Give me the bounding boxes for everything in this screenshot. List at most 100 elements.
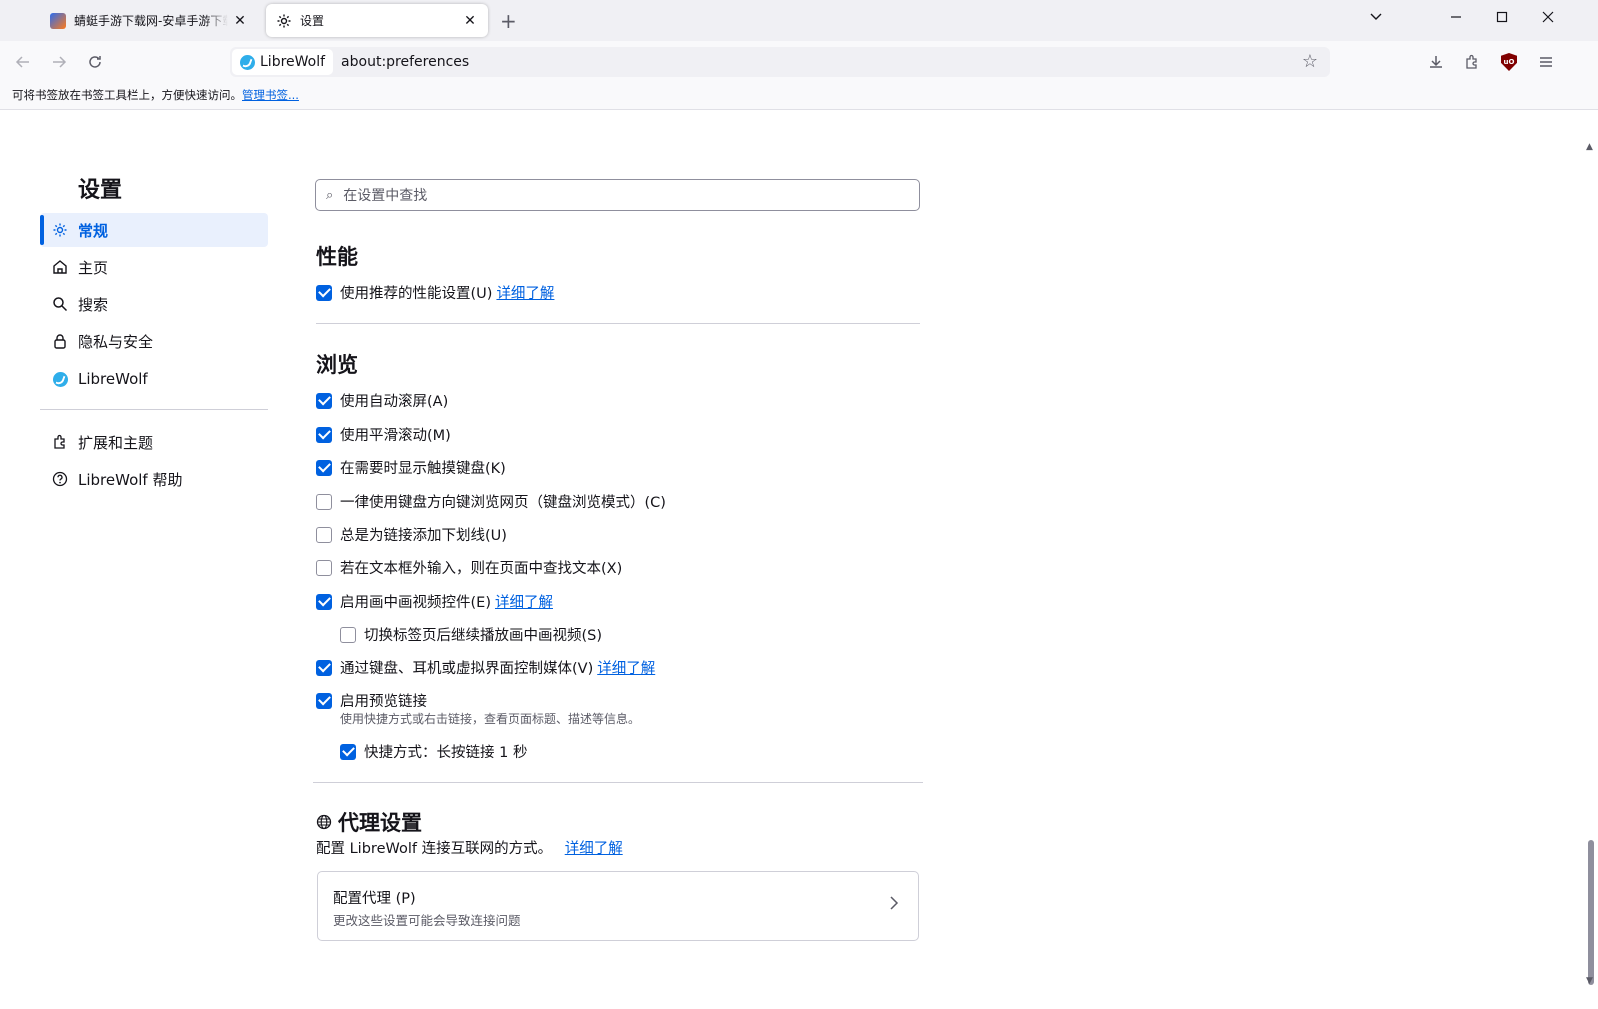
option-link-preview-shortcut[interactable]: 快捷方式：长按链接 1 秒 [340,741,527,762]
home-icon [50,257,70,277]
addons-label: 扩展和主题 [78,433,154,452]
proxy-button-title: 配置代理 (P) [333,891,416,907]
category-label: LibreWolf [78,370,148,388]
proxy-description: 配置 LibreWolf 连接互联网的方式。 详细了解 [316,837,623,858]
learn-more-link[interactable]: 详细了解 [597,657,655,678]
option-label: 总是为链接添加下划线(U) [340,528,507,544]
librewolf-icon [240,54,255,70]
option-media-control[interactable]: 通过键盘、耳机或虚拟界面控制媒体(V) 详细了解 [316,657,655,678]
option-autoscroll[interactable]: 使用自动滚屏(A) [316,390,448,411]
scrollbar[interactable]: ▲ ▼ [1584,110,1598,1009]
librewolf-icon [50,369,70,389]
checkbox[interactable] [316,526,332,543]
search-placeholder: 在设置中查找 [343,188,428,204]
option-find-as-you-type[interactable]: 若在文本框外输入，则在页面中查找文本(X) [316,557,622,578]
chevron-right-icon [888,894,900,915]
section-divider [313,782,923,783]
performance-heading: 性能 [316,245,358,269]
checkbox[interactable] [316,284,332,301]
option-pip-controls[interactable]: 启用画中画视频控件(E) 详细了解 [316,591,553,612]
identity-label: LibreWolf [260,54,326,70]
bookmarks-toolbar: 可将书签放在书签工具栏上，方便快速访问。管理书签... [0,83,1598,110]
configure-proxy-button[interactable]: 配置代理 (P) 更改这些设置可能会导致连接问题 [317,871,919,941]
option-label: 若在文本框外输入，则在页面中查找文本(X) [340,561,623,577]
option-touch-keyboard[interactable]: 在需要时显示触摸键盘(K) [316,457,506,478]
learn-more-link[interactable]: 详细了解 [496,282,554,303]
learn-more-link[interactable]: 详细了解 [495,591,553,612]
window-close-button[interactable] [1536,8,1560,27]
category-label: 搜索 [78,295,109,314]
extensions-button[interactable] [1461,51,1483,73]
tab-title: 设置 [300,14,325,28]
gear-icon [50,220,70,240]
option-description: 使用快捷方式或右击链接，查看页面标题、描述等信息。 [340,712,641,726]
option-caret-browsing[interactable]: 一律使用键盘方向键浏览网页（键盘浏览模式）(C) [316,491,666,512]
option-smooth-scroll[interactable]: 使用平滑滚动(M) [316,424,451,445]
option-link-preview[interactable]: 启用预览链接 [316,690,427,711]
scroll-thumb[interactable] [1588,840,1594,985]
checkbox[interactable] [340,626,356,643]
ublock-origin-icon[interactable]: uO [1498,51,1520,73]
identity-box[interactable]: LibreWolf [232,49,334,75]
option-label: 使用自动滚屏(A) [340,394,449,410]
url-input[interactable]: about:preferences [341,54,469,70]
checkbox[interactable] [316,692,332,709]
category-home[interactable]: 主页 [40,250,268,284]
back-button[interactable] [12,51,34,73]
app-menu-button[interactable] [1535,51,1557,73]
category-search[interactable]: 搜索 [40,287,268,321]
bookmarks-empty-message: 可将书签放在书签工具栏上，方便快速访问。 [12,88,242,102]
proxy-description-text: 配置 LibreWolf 连接互联网的方式。 [316,841,553,857]
tab-settings[interactable]: 设置 ✕ [266,4,488,37]
downloads-button[interactable] [1425,51,1447,73]
close-icon[interactable]: ✕ [462,13,478,29]
checkbox[interactable] [316,659,332,676]
option-recommended-performance[interactable]: 使用推荐的性能设置(U) 详细了解 [316,282,554,303]
navigation-toolbar: LibreWolf about:preferences ☆ uO [0,41,1598,83]
browsing-heading: 浏览 [316,353,358,377]
sidebar-divider [40,409,268,410]
list-all-tabs-button[interactable] [1364,8,1388,27]
checkbox[interactable] [340,743,356,760]
option-label: 通过键盘、耳机或虚拟界面控制媒体(V) [340,661,594,677]
option-underline-links[interactable]: 总是为链接添加下划线(U) [316,524,507,545]
scroll-down-arrow[interactable]: ▼ [1586,976,1593,986]
bookmark-star-icon[interactable]: ☆ [1302,51,1318,72]
help-link[interactable]: LibreWolf 帮助 [40,462,268,496]
option-label: 启用画中画视频控件(E) [340,595,491,611]
category-general[interactable]: 常规 [40,213,268,247]
category-privacy[interactable]: 隐私与安全 [40,324,268,358]
option-pip-autoplay[interactable]: 切换标签页后继续播放画中画视频(S) [340,624,602,645]
help-icon [50,469,70,489]
category-librewolf[interactable]: LibreWolf [40,362,268,396]
minimize-button[interactable] [1444,8,1468,27]
scroll-up-arrow[interactable]: ▲ [1586,142,1593,152]
category-label: 常规 [78,221,109,240]
option-label: 使用平滑滚动(M) [340,428,451,444]
sidebar-title: 设置 [78,178,123,203]
tab-game-site[interactable]: 蜻蜓手游下载网-安卓手游下载站 ✕ [40,4,258,37]
checkbox[interactable] [316,392,332,409]
search-icon [50,294,70,314]
new-tab-button[interactable]: + [500,9,517,33]
checkbox[interactable] [316,459,332,476]
reload-button[interactable] [84,51,106,73]
option-label: 启用预览链接 [340,694,427,710]
url-bar[interactable]: LibreWolf about:preferences ☆ [230,47,1330,77]
checkbox[interactable] [316,493,332,510]
settings-search[interactable]: ⌕ 在设置中查找 [315,179,920,211]
checkbox[interactable] [316,426,332,443]
proxy-heading: 代理设置 [316,807,422,837]
help-label: LibreWolf 帮助 [78,470,183,489]
puzzle-icon [50,432,70,452]
manage-bookmarks-link[interactable]: 管理书签... [242,88,299,102]
checkbox[interactable] [316,593,332,610]
forward-button[interactable] [48,51,70,73]
checkbox[interactable] [316,559,332,576]
close-icon[interactable]: ✕ [232,13,248,29]
gear-icon [276,13,292,29]
maximize-button[interactable] [1490,8,1514,27]
addons-link[interactable]: 扩展和主题 [40,425,268,459]
learn-more-link[interactable]: 详细了解 [565,841,623,857]
section-divider [316,323,920,324]
